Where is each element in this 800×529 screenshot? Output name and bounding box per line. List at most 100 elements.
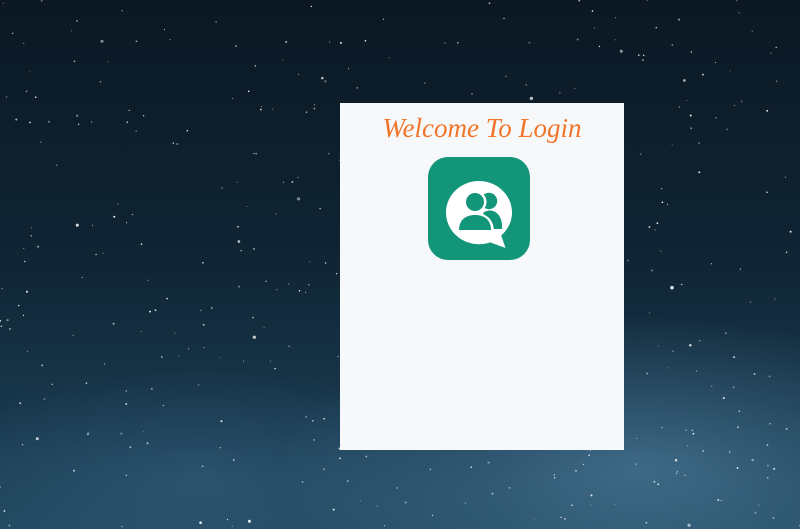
star [383,524,386,527]
star [265,280,267,282]
star [309,261,311,263]
star [657,345,659,347]
login-title: Welcome To Login [382,113,582,143]
star [247,90,250,93]
star [654,229,656,231]
star [423,82,426,85]
star [199,521,202,525]
star [304,291,307,293]
star [737,426,739,428]
star [648,226,651,228]
star [738,410,741,413]
star [775,80,778,83]
star [470,466,473,469]
star [661,201,664,204]
star [768,375,771,378]
star [702,450,704,452]
star [382,18,385,20]
star [337,355,339,358]
star [655,26,658,29]
star [635,437,638,440]
star [689,344,692,347]
star [766,191,768,194]
star [667,367,669,369]
star [215,21,217,23]
star [297,73,300,76]
star [553,477,556,479]
star [200,309,202,312]
star [660,187,663,190]
star [758,504,760,506]
star [671,144,673,146]
star [678,106,681,108]
star [149,310,151,313]
star [701,73,704,76]
star [30,234,33,237]
star [661,426,663,429]
star [642,54,645,57]
star [726,128,728,130]
star [789,230,792,233]
star [100,39,104,43]
star [388,57,390,59]
star [150,387,153,390]
star [690,127,693,130]
star [676,472,678,474]
star [335,272,338,275]
star [404,501,407,504]
star [92,224,94,226]
star [687,445,689,447]
star [710,385,713,387]
star [282,181,285,184]
star [619,49,623,53]
star [253,248,255,250]
star [591,10,594,12]
star [107,61,109,63]
star [646,0,649,1]
star [102,252,104,254]
star [47,120,50,123]
star [571,504,573,506]
star [76,20,78,22]
star [162,405,164,407]
star [135,130,137,132]
star [202,323,205,326]
star [339,457,341,460]
star [738,12,741,14]
star [9,328,11,330]
star [252,316,254,319]
star [564,518,566,520]
star [733,356,736,359]
star [308,283,310,286]
star [710,263,713,265]
star [120,432,123,435]
star [73,469,76,472]
star [593,27,596,29]
star [529,96,534,101]
star [681,283,683,286]
star [26,350,29,353]
star [233,459,235,461]
star [282,59,284,61]
star [235,45,237,47]
star [699,340,701,342]
star [85,382,88,384]
star [672,350,674,352]
login-panel: Welcome To Login [340,103,624,450]
star [219,357,221,358]
star [87,432,89,434]
star [396,486,398,489]
star [766,109,769,112]
star [254,65,256,67]
star [774,298,776,300]
star [41,364,44,367]
star [311,419,314,422]
star [722,397,725,400]
star [560,516,562,518]
star [128,109,130,112]
star [729,70,731,72]
star [70,30,72,32]
star [0,486,1,488]
star [8,524,11,527]
star [626,259,629,262]
